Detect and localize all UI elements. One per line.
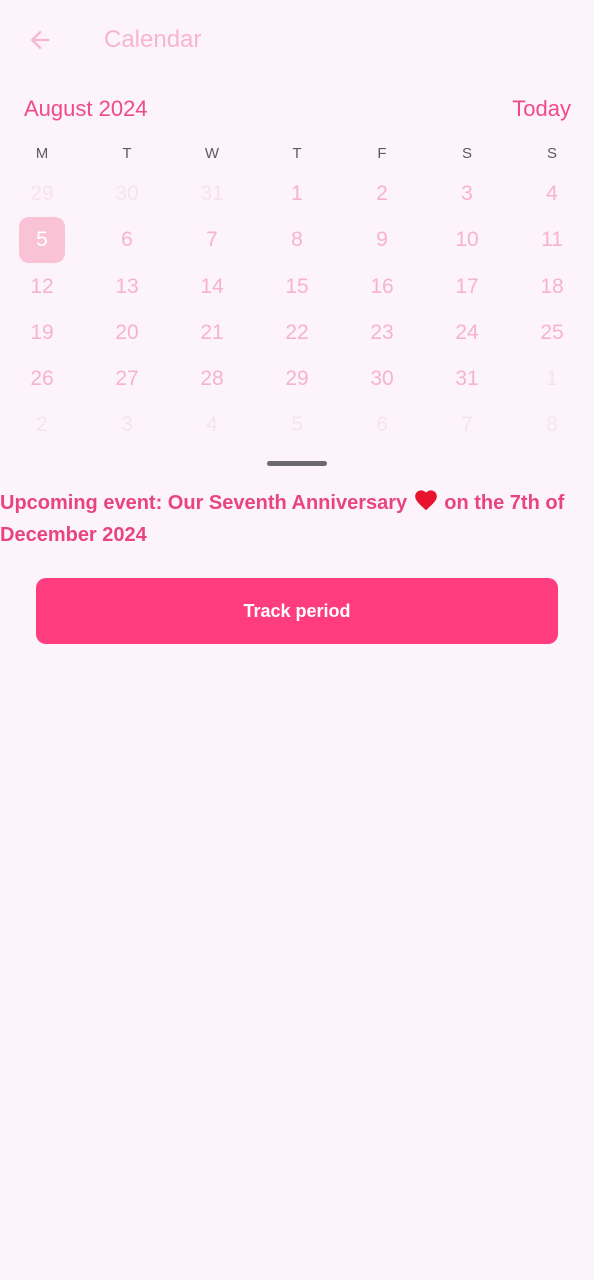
calendar-day[interactable]: 7 xyxy=(444,402,490,448)
calendar-day[interactable]: 1 xyxy=(529,356,575,402)
page-title: Calendar xyxy=(104,26,202,53)
calendar-grid: 29 30 31 1 2 3 4 5 6 7 8 9 10 11 12 13 14 15 16 17 18 19 20 21 2… xyxy=(0,172,594,448)
calendar-day[interactable]: 4 xyxy=(529,171,575,217)
calendar-day[interactable]: 30 xyxy=(104,171,150,217)
heart-icon xyxy=(413,487,439,520)
weekday-label: M xyxy=(35,145,49,162)
calendar-day[interactable]: 29 xyxy=(19,171,65,217)
calendar-day[interactable]: 2 xyxy=(359,171,405,217)
calendar-day[interactable]: 24 xyxy=(444,310,490,356)
app-bar: Calendar xyxy=(0,0,594,80)
track-period-button[interactable]: Track period xyxy=(36,578,558,644)
calendar-day[interactable]: 16 xyxy=(359,264,405,310)
calendar-day[interactable]: 31 xyxy=(189,171,235,217)
weekday-label: S xyxy=(546,145,557,162)
calendar-day[interactable]: 2 xyxy=(19,402,65,448)
calendar-day[interactable]: 27 xyxy=(104,356,150,402)
calendar-day[interactable]: 23 xyxy=(359,310,405,356)
calendar-day[interactable]: 25 xyxy=(529,310,575,356)
weekday-label: S xyxy=(461,145,472,162)
calendar-day[interactable]: 18 xyxy=(529,264,575,310)
calendar-day[interactable]: 3 xyxy=(444,171,490,217)
weekday-label: F xyxy=(377,145,387,162)
weekday-label: T xyxy=(292,145,302,162)
calendar-day[interactable]: 15 xyxy=(274,264,320,310)
event-prefix: Upcoming event: Our Seventh Anniversary xyxy=(0,492,413,514)
today-button[interactable]: Today xyxy=(512,94,571,124)
arrow-left-icon xyxy=(30,30,50,50)
calendar-day[interactable]: 17 xyxy=(444,264,490,310)
calendar-day[interactable]: 26 xyxy=(19,356,65,402)
calendar-day[interactable]: 14 xyxy=(189,264,235,310)
weekday-header: MTWTFSS xyxy=(0,140,594,168)
calendar-day[interactable]: 11 xyxy=(529,217,575,263)
calendar-day[interactable]: 7 xyxy=(189,217,235,263)
month-label[interactable]: August 2024 xyxy=(24,94,148,124)
calendar-day[interactable]: 29 xyxy=(274,356,320,402)
calendar-day[interactable]: 30 xyxy=(359,356,405,402)
calendar-day[interactable]: 1 xyxy=(274,171,320,217)
calendar-day[interactable]: 8 xyxy=(529,402,575,448)
calendar-day[interactable]: 3 xyxy=(104,402,150,448)
calendar-day[interactable]: 4 xyxy=(189,402,235,448)
calendar-day[interactable]: 8 xyxy=(274,217,320,263)
calendar-day[interactable]: 20 xyxy=(104,310,150,356)
weekday-label: W xyxy=(204,145,220,162)
calendar-day[interactable]: 21 xyxy=(189,310,235,356)
calendar-day[interactable]: 6 xyxy=(104,217,150,263)
calendar-day[interactable]: 19 xyxy=(19,310,65,356)
month-header: August 2024 Today xyxy=(0,92,594,126)
drag-handle[interactable] xyxy=(267,461,327,466)
calendar-day[interactable]: 13 xyxy=(104,264,150,310)
calendar-day[interactable]: 28 xyxy=(189,356,235,402)
calendar-day[interactable]: 31 xyxy=(444,356,490,402)
calendar-day[interactable]: 12 xyxy=(19,264,65,310)
back-button[interactable] xyxy=(22,22,58,58)
calendar-day[interactable]: 10 xyxy=(444,217,490,263)
calendar-day[interactable]: 22 xyxy=(274,310,320,356)
upcoming-event-text: Upcoming event: Our Seventh Anniversary … xyxy=(0,487,588,550)
calendar-day[interactable]: 5 xyxy=(274,402,320,448)
calendar-day-selected[interactable]: 5 xyxy=(19,217,65,263)
calendar-day[interactable]: 6 xyxy=(359,402,405,448)
weekday-label: T xyxy=(122,145,132,162)
calendar-day[interactable]: 9 xyxy=(359,217,405,263)
